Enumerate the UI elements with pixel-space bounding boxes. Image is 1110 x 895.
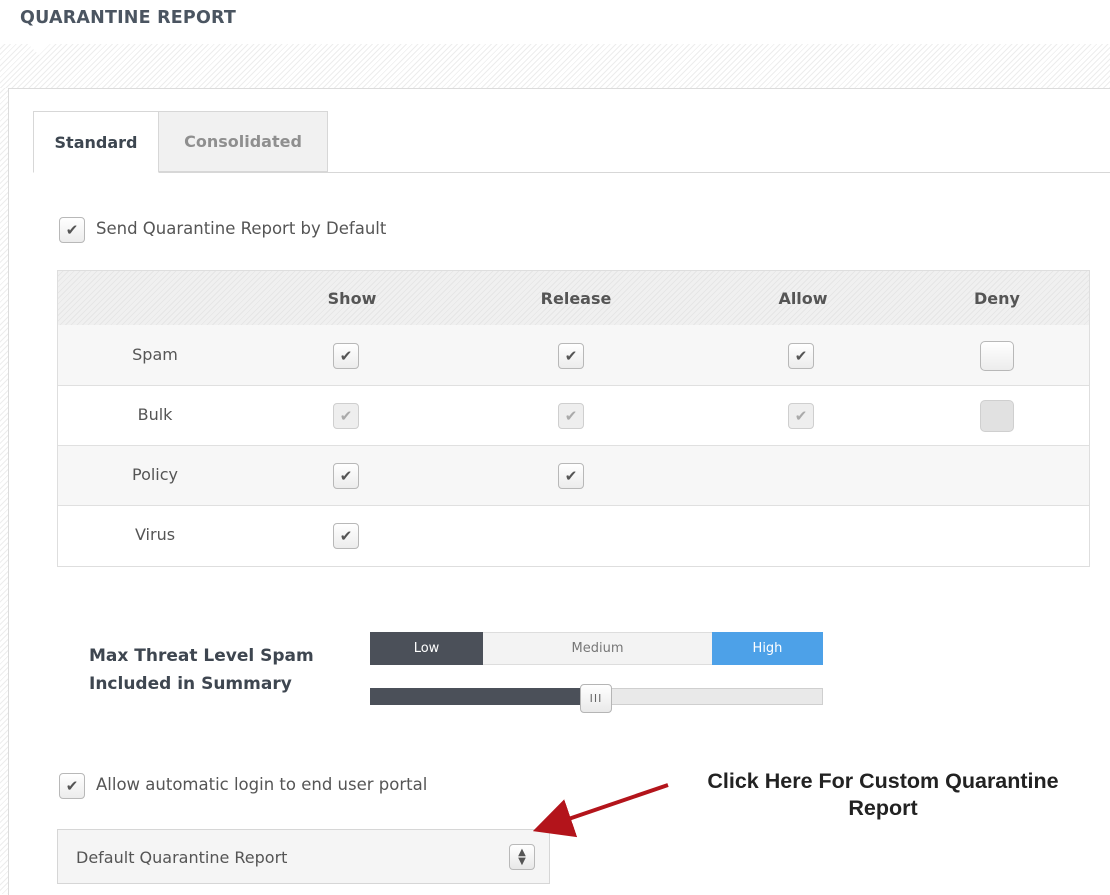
annotation-arrow-icon xyxy=(532,783,669,838)
